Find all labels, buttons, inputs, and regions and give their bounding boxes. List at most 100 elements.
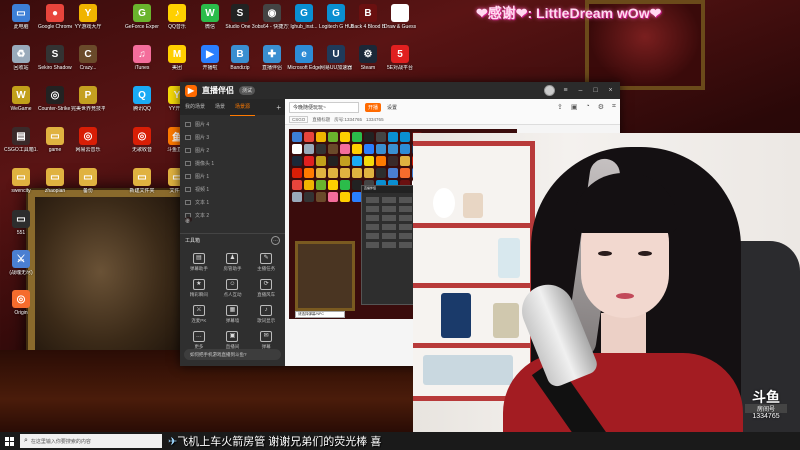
desktop-icon[interactable]: ▤ CSGO工具箱1.0.3 (2) bbox=[4, 127, 38, 153]
connect-icon[interactable]: ⌗ bbox=[612, 103, 616, 111]
desktop-icon[interactable]: ◎ 网易云音乐 bbox=[71, 127, 105, 153]
toolbox-item[interactable]: ⚔ 连麦PK bbox=[182, 305, 216, 324]
desktop-icon[interactable]: ● Google Chrome bbox=[38, 4, 72, 30]
desktop-icon[interactable]: ◎ 无歌收音 bbox=[125, 127, 159, 153]
desktop-icon-label: 直播伴侣 bbox=[261, 65, 282, 71]
app-titlebar[interactable]: ▶ 直播伴侣 测试 ≡ – □ × bbox=[180, 82, 620, 99]
minimize-icon[interactable]: – bbox=[576, 86, 585, 95]
tool-label: 主播任务 bbox=[257, 266, 276, 271]
desktop-icon[interactable]: ◉ obs64 - 快捷方式 bbox=[255, 4, 289, 30]
desktop-icon[interactable]: ◎ Origin bbox=[4, 290, 38, 316]
settings-icon[interactable]: ⚙ bbox=[598, 103, 604, 111]
douyu-watermark: 斗鱼 房间号 1334765 bbox=[745, 390, 787, 428]
desktop-icon[interactable]: S Studio One 3 bbox=[223, 4, 257, 30]
toolbox-item[interactable]: ★ 精彩瞬间 bbox=[182, 279, 216, 298]
preview-nested-window: 直播伴侣 bbox=[361, 185, 417, 305]
desktop-icon-label: zhaopian bbox=[44, 188, 66, 194]
desktop-icon[interactable]: ▭ zhaopian bbox=[38, 168, 72, 194]
category-chip[interactable]: CSGO bbox=[289, 116, 309, 123]
scene-source-item[interactable]: ◉ 图片 4 bbox=[180, 118, 285, 224]
desktop-icon[interactable]: W 微信 bbox=[193, 4, 227, 30]
desktop-icon-label: Google Chrome bbox=[38, 24, 72, 30]
desktop-icon[interactable]: B Bandizip bbox=[223, 45, 257, 71]
desktop-icon[interactable]: Q 腾讯QQ bbox=[125, 86, 159, 112]
desktop-icon[interactable]: ♫ iTunes bbox=[125, 45, 159, 71]
toolbox-item[interactable]: ▤ 弹幕助手 bbox=[182, 253, 216, 272]
desktop-icon[interactable]: S Sekiro Shadows Die... bbox=[38, 45, 72, 71]
toolbox-item[interactable]: ⟳ 直播风车 bbox=[249, 279, 283, 298]
scene-source-item[interactable]: ◉ 文本 1 bbox=[180, 196, 285, 224]
close-icon[interactable]: × bbox=[606, 86, 615, 95]
room-title-input[interactable]: 今晚随便玩玩~ bbox=[289, 101, 359, 113]
scene-source-item[interactable]: ◉ 图片 3 bbox=[180, 131, 285, 224]
desktop-icon[interactable]: ▭ game bbox=[38, 127, 72, 153]
start-button[interactable] bbox=[0, 432, 18, 450]
toolbox-item[interactable]: ♪ 歌词显示 bbox=[249, 305, 283, 324]
nested-grid-cell bbox=[366, 224, 380, 230]
desktop-icon[interactable]: ⚙ Steam bbox=[351, 45, 385, 71]
desktop-icon[interactable]: ♻ 回收站 bbox=[4, 45, 38, 71]
toolbox-item[interactable]: ♟ 房管助手 bbox=[216, 253, 250, 272]
toolbox-item[interactable]: ▣ 直播间 bbox=[216, 331, 250, 350]
toolbox-item[interactable]: ✎ 主播任务 bbox=[249, 253, 283, 272]
app-icon: ▭ bbox=[46, 168, 64, 186]
room-settings-link[interactable]: 设置 bbox=[387, 104, 397, 111]
scene-source-item[interactable]: ◉ 图片 2 bbox=[180, 144, 285, 224]
toolbox-item[interactable]: ☺ 点人互动 bbox=[216, 279, 250, 298]
toolbox-item[interactable]: … 更多 bbox=[182, 331, 216, 350]
desktop-icon[interactable]: ⚔ (战魂无尽) bbox=[4, 250, 38, 276]
user-avatar[interactable] bbox=[544, 85, 555, 96]
toolbox-more-icon[interactable]: … bbox=[271, 236, 280, 245]
tool-label: 直播风车 bbox=[257, 292, 276, 297]
desktop-icon[interactable]: C Crazy... bbox=[71, 45, 105, 71]
desktop-icon[interactable]: ✚ 直播伴侣 bbox=[255, 45, 289, 71]
preview-mini-icon bbox=[388, 144, 398, 154]
desktop-icon[interactable]: W WeGame bbox=[4, 86, 38, 112]
desktop-icon[interactable]: G Logitech G HUB bbox=[319, 4, 353, 30]
desktop-icon[interactable]: ▭ 备份 bbox=[71, 168, 105, 194]
nested-grid-cell bbox=[382, 224, 396, 230]
scene-source-item[interactable]: ◉ 视频 1 bbox=[180, 183, 285, 224]
app-icon: S bbox=[46, 45, 64, 63]
preview-mini-icon bbox=[376, 156, 386, 166]
desktop-icon[interactable]: e Microsoft Edge bbox=[287, 45, 321, 71]
desktop-icon[interactable]: G GeForce Experience bbox=[125, 4, 159, 30]
scene-source-item[interactable]: ◉ 图片 1 bbox=[180, 170, 285, 224]
gift-icon[interactable]: ▣ bbox=[571, 103, 578, 111]
maximize-icon[interactable]: □ bbox=[591, 86, 600, 95]
desktop-icon[interactable]: ▭ swencity bbox=[4, 168, 38, 194]
tab-scene-sources[interactable]: 场景源 bbox=[230, 99, 256, 116]
desktop-icon[interactable]: ✎ Draw & Guess bbox=[383, 4, 417, 30]
scene-source-item[interactable]: ◉ 摄像头 1 bbox=[180, 157, 285, 224]
tab-scenes[interactable]: 场景 bbox=[210, 99, 230, 115]
scene-source-label: 文本 1 bbox=[195, 200, 210, 206]
desktop-icon[interactable]: B Back 4 Blood Beta bbox=[351, 4, 385, 30]
start-live-button[interactable]: 开播 bbox=[365, 102, 382, 112]
taskbar-search[interactable]: ⌕ 在这里输入你要搜索的内容 bbox=[20, 434, 162, 448]
toolbox-item[interactable]: ✉ 弹幕 bbox=[249, 331, 283, 350]
desktop-icon[interactable]: ♪ QQ音乐 bbox=[160, 4, 194, 30]
scene-source-item[interactable]: ◉ 文本 2 bbox=[180, 209, 285, 224]
desktop-icon[interactable]: Y YY游戏大厅 bbox=[71, 4, 105, 30]
desktop-icon[interactable]: Glghub_inst... bbox=[287, 4, 321, 30]
desktop-icon[interactable]: 5 5E对战平台 bbox=[383, 45, 417, 71]
desktop-icon[interactable]: ▭ 新建文件夹 bbox=[125, 168, 159, 194]
streamer-lips bbox=[616, 293, 634, 299]
desktop-icon[interactable]: M 美团 bbox=[160, 45, 194, 71]
preview-mini-icon bbox=[304, 192, 314, 202]
desktop-icon[interactable]: P 完美世界竞技平台 bbox=[71, 86, 105, 112]
desktop-icon[interactable]: U 网易UU加速器 bbox=[319, 45, 353, 71]
desktop-icon[interactable]: ▭ 551 bbox=[4, 210, 38, 236]
desktop-icon[interactable]: ▭ 此电脑 bbox=[4, 4, 38, 30]
menu-icon[interactable]: ≡ bbox=[561, 86, 570, 95]
toolbox-item[interactable]: ▦ 弹幕墙 bbox=[216, 305, 250, 324]
desktop-icon[interactable]: ▶ 开播啦 bbox=[193, 45, 227, 71]
help-link[interactable]: 如何把手机游戏直播到斗鱼? bbox=[184, 349, 281, 360]
notification-icon[interactable]: ◔ bbox=[586, 103, 590, 111]
share-icon[interactable]: ⇪ bbox=[557, 103, 563, 111]
visibility-eye-icon[interactable]: ◉ bbox=[185, 217, 192, 224]
tab-my-scenes[interactable]: 我的场景 bbox=[180, 99, 210, 115]
preview-mini-icon bbox=[400, 168, 410, 178]
desktop-icon[interactable]: ◎ Counter-Strike Global Off... bbox=[38, 86, 72, 112]
add-scene-icon[interactable]: + bbox=[276, 103, 285, 112]
